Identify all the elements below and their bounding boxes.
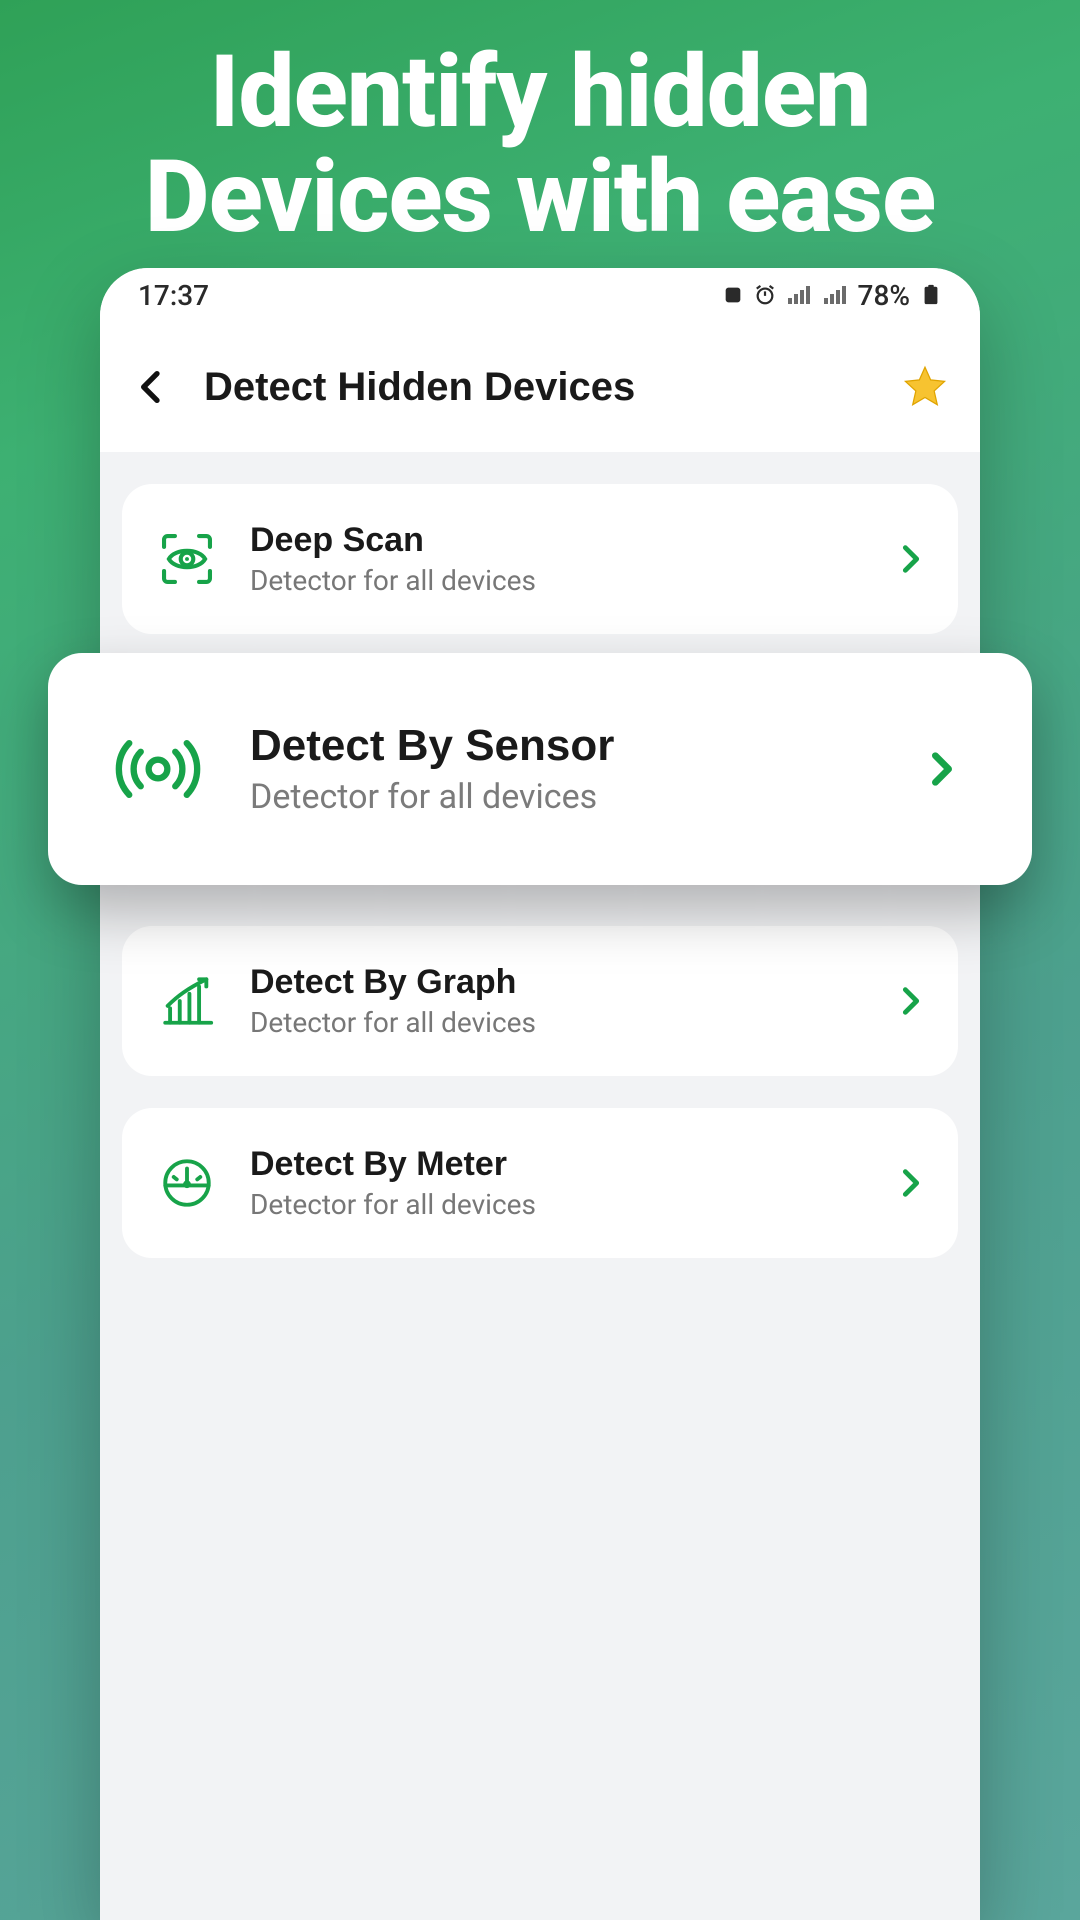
phone-frame: 17:37 78% Detect Hidden Devices [100,268,980,1920]
option-subtitle: Detector for all devices [250,1006,866,1039]
option-text: Deep Scan Detector for all devices [250,521,866,597]
option-subtitle: Detector for all devices [250,564,866,597]
options-list: Deep Scan Detector for all devices [100,452,980,1322]
option-text: Detect By Sensor Detector for all device… [250,721,880,817]
option-title: Deep Scan [250,521,866,560]
chevron-right-icon [894,1166,928,1200]
option-text: Detect By Graph Detector for all devices [250,963,866,1039]
option-detect-by-sensor[interactable]: Detect By Sensor Detector for all device… [48,653,1032,885]
status-battery: 78% [858,279,910,312]
promo-line2: Devices with ease [40,145,1040,250]
app-header: Detect Hidden Devices [100,322,980,452]
signal-2-icon [824,286,846,304]
option-subtitle: Detector for all devices [250,777,880,817]
signal-1-icon [788,286,810,304]
status-bar: 17:37 78% [100,268,980,322]
notification-bell-icon [722,284,744,306]
sensor-icon [108,719,208,819]
option-detect-by-meter[interactable]: Detect By Meter Detector for all devices [122,1108,958,1258]
chevron-right-icon [894,984,928,1018]
option-text: Detect By Meter Detector for all devices [250,1145,866,1221]
option-title: Detect By Sensor [250,721,880,771]
option-detect-by-graph[interactable]: Detect By Graph Detector for all devices [122,926,958,1076]
star-favorite-icon[interactable] [900,362,950,412]
status-right: 78% [722,279,942,312]
meter-icon [152,1148,222,1218]
alarm-icon [754,284,776,306]
promo-line1: Identify hidden [40,40,1040,145]
chevron-left-icon [132,367,172,407]
promo-headline: Identify hidden Devices with ease [0,0,1080,250]
graph-icon [152,966,222,1036]
page-title: Detect Hidden Devices [204,365,870,410]
chevron-right-icon [922,749,962,789]
option-deep-scan[interactable]: Deep Scan Detector for all devices [122,484,958,634]
back-button[interactable] [130,365,174,409]
option-title: Detect By Graph [250,963,866,1002]
option-subtitle: Detector for all devices [250,1188,866,1221]
chevron-right-icon [894,542,928,576]
battery-icon [920,284,942,306]
option-title: Detect By Meter [250,1145,866,1184]
eye-scan-icon [152,524,222,594]
status-time: 17:37 [138,279,209,312]
